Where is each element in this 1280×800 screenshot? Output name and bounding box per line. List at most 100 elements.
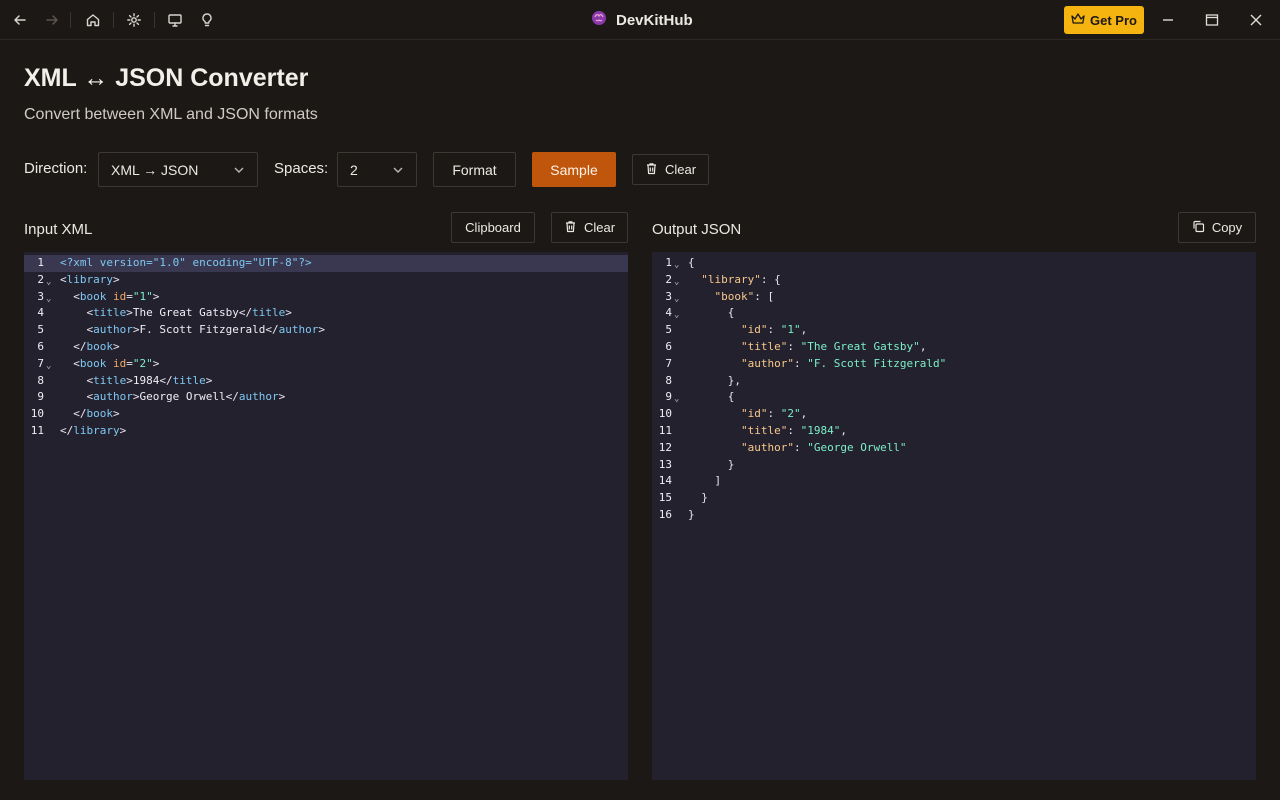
code-token: The Great Gatsby xyxy=(132,306,239,320)
code-token: "author" xyxy=(740,440,794,454)
line-number: 1 xyxy=(665,256,672,269)
copy-icon xyxy=(1192,220,1205,236)
code-token: "2" xyxy=(780,407,801,421)
code-text: </library> xyxy=(60,423,126,440)
code-token: > xyxy=(152,289,160,303)
code-token: title xyxy=(93,306,127,320)
code-token: author xyxy=(278,323,319,337)
page-title: XML ↔ JSON Converter xyxy=(24,64,309,92)
input-code-line: 9 <author>George Orwell</author> xyxy=(24,389,628,406)
code-token: < xyxy=(60,306,94,320)
code-token: > xyxy=(285,306,292,320)
code-token: > xyxy=(119,423,127,437)
get-pro-button[interactable]: Get Pro xyxy=(1064,6,1144,34)
line-number: 4 xyxy=(665,306,672,320)
line-number: 10 xyxy=(30,407,44,421)
line-number: 14 xyxy=(658,474,672,488)
input-code-line: 7 ⌄ <book id="2"> xyxy=(24,356,628,373)
code-token: , xyxy=(919,339,927,353)
code-token: library xyxy=(73,423,120,437)
close-icon[interactable] xyxy=(1244,8,1268,32)
code-token: book xyxy=(79,289,107,303)
maximize-icon[interactable] xyxy=(1200,8,1224,32)
page-subtitle: Convert between XML and JSON formats xyxy=(24,106,318,123)
code-token: </ xyxy=(225,390,239,404)
code-text: } xyxy=(688,507,695,524)
code-token: author xyxy=(238,390,279,404)
spaces-label: Spaces: xyxy=(274,160,329,177)
code-token: { xyxy=(688,390,735,404)
format-button[interactable]: Format xyxy=(433,152,516,187)
code-token: : xyxy=(767,407,781,421)
spaces-select[interactable]: 2 xyxy=(337,152,417,187)
code-text: "title": "1984", xyxy=(688,423,847,440)
code-token: < xyxy=(60,289,80,303)
input-code-line: 2 ⌄ <library> xyxy=(24,272,628,289)
line-number: 7 xyxy=(37,356,44,370)
code-token: } xyxy=(688,507,695,521)
code-token: } xyxy=(688,491,708,505)
line-number: 1 xyxy=(37,256,44,269)
code-token: book xyxy=(79,356,107,370)
line-number: 11 xyxy=(30,423,44,437)
code-token: < xyxy=(60,272,67,286)
code-token: <?xml version="1.0" encoding="UTF-8"?> xyxy=(60,256,312,269)
input-code-line: 1 <?xml version="1.0" encoding="UTF-8"?> xyxy=(24,255,628,272)
code-token: , xyxy=(800,407,808,421)
code-text: "library": { xyxy=(688,272,780,289)
code-token: > xyxy=(205,373,213,387)
toolbar-divider xyxy=(154,12,155,28)
code-text: "author": "F. Scott Fitzgerald" xyxy=(688,356,946,373)
code-text: "book": [ xyxy=(688,289,775,306)
code-token: title xyxy=(252,306,286,320)
clear-input-button[interactable]: Clear xyxy=(551,212,628,243)
back-icon[interactable] xyxy=(8,8,32,32)
home-icon[interactable] xyxy=(81,8,105,32)
chevron-down-icon xyxy=(233,163,245,179)
sample-button[interactable]: Sample xyxy=(532,152,616,187)
input-xml-editor[interactable]: 1 <?xml version="1.0" encoding="UTF-8"?> 2… xyxy=(24,252,628,780)
output-code-line: 16} xyxy=(652,507,1256,524)
code-token: "book" xyxy=(714,289,755,303)
code-token: > xyxy=(278,390,286,404)
code-token: "1" xyxy=(132,289,153,303)
direction-select[interactable]: XML → JSON xyxy=(98,152,258,187)
line-number: 4 xyxy=(37,306,44,320)
clear-all-label: Clear xyxy=(664,162,697,177)
output-code-line: 7 "author": "F. Scott Fitzgerald" xyxy=(652,356,1256,373)
forward-icon[interactable] xyxy=(40,8,64,32)
code-token: < xyxy=(60,390,94,404)
line-number: 2 xyxy=(665,272,672,286)
clipboard-button[interactable]: Clipboard xyxy=(451,212,535,243)
clear-all-button[interactable]: Clear xyxy=(632,154,709,185)
line-number: 15 xyxy=(658,491,672,505)
minimize-icon[interactable] xyxy=(1156,8,1180,32)
output-code-line: 2 ⌄ "library": { xyxy=(652,272,1256,289)
get-pro-label: Get Pro xyxy=(1090,12,1137,28)
output-code-line: 12 "author": "George Orwell" xyxy=(652,440,1256,457)
monitor-icon[interactable] xyxy=(163,8,187,32)
code-text: "title": "The Great Gatsby", xyxy=(688,339,926,356)
code-token: ] xyxy=(688,474,722,488)
output-code-line: 10 "id": "2", xyxy=(652,406,1256,423)
code-text: <book id="2"> xyxy=(60,356,159,373)
line-number: 2 xyxy=(37,272,44,286)
line-number: 7 xyxy=(665,356,672,370)
code-token: "1984" xyxy=(800,423,841,437)
line-number: 12 xyxy=(658,440,672,454)
gear-icon[interactable] xyxy=(122,8,146,32)
toolbar-divider xyxy=(70,12,71,28)
clear-input-label: Clear xyxy=(583,220,616,235)
copy-button[interactable]: Copy xyxy=(1178,212,1256,243)
code-token: author xyxy=(93,323,133,337)
code-token: = xyxy=(126,289,133,303)
output-code-line: 15 } xyxy=(652,490,1256,507)
output-json-editor[interactable]: 1 ⌄{2 ⌄ "library": {3 ⌄ "book": [4 ⌄ {5 "id"… xyxy=(652,252,1256,780)
lightbulb-icon[interactable] xyxy=(195,8,219,32)
line-number: 8 xyxy=(665,373,672,387)
line-number: 6 xyxy=(37,339,44,353)
